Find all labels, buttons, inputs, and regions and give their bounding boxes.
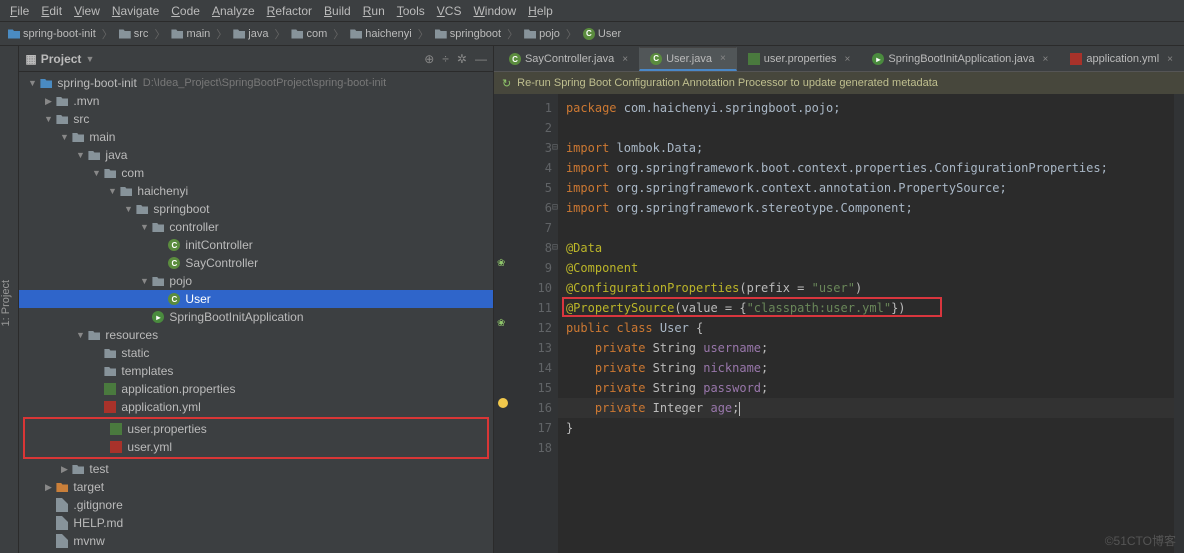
tree-item-templates[interactable]: templates: [19, 362, 493, 380]
collapse-icon[interactable]: ÷: [442, 52, 449, 66]
tree-item-controller[interactable]: ▼controller: [19, 218, 493, 236]
tree-item-user-properties[interactable]: user.properties: [25, 420, 487, 438]
breadcrumb-spring-boot-init[interactable]: spring-boot-init: [6, 27, 98, 41]
tree-item-springbootinitapplication[interactable]: ▸SpringBootInitApplication: [19, 308, 493, 326]
dropdown-icon: ▼: [85, 54, 94, 64]
tree-item-spring-boot-init[interactable]: ▼spring-boot-initD:\Idea_Project\SpringB…: [19, 74, 493, 92]
project-sidebar: ▦ Project ▼ ⊕ ÷ ✲ — ▼spring-boot-initD:\…: [19, 46, 494, 553]
editor-tab-springbootinitapplication-java[interactable]: ▸ SpringBootInitApplication.java×: [861, 47, 1059, 71]
code-line-13[interactable]: private String username;: [558, 338, 1174, 358]
close-tab-icon[interactable]: ×: [1043, 54, 1049, 65]
code-line-7[interactable]: [558, 218, 1174, 238]
menu-bar: FileEditViewNavigateCodeAnalyzeRefactorB…: [0, 0, 1184, 22]
menu-help[interactable]: Help: [522, 2, 559, 20]
code-line-16[interactable]: private Integer age;: [558, 398, 1174, 418]
tree-item-saycontroller[interactable]: CSayController: [19, 254, 493, 272]
code-line-14[interactable]: private String nickname;: [558, 358, 1174, 378]
project-icon: ▦: [25, 52, 36, 66]
breadcrumb-haichenyi[interactable]: haichenyi: [348, 27, 413, 41]
code-line-18[interactable]: [558, 438, 1174, 458]
breadcrumb-java[interactable]: java: [231, 27, 270, 41]
menu-view[interactable]: View: [68, 2, 106, 20]
tree-item-user-yml[interactable]: user.yml: [25, 438, 487, 456]
code-line-3[interactable]: ⊟import lombok.Data;: [558, 138, 1174, 158]
tree-item-target[interactable]: ▶target: [19, 478, 493, 496]
close-tab-icon[interactable]: ×: [845, 54, 851, 65]
breadcrumb-src[interactable]: src: [117, 27, 151, 41]
editor-tab-user-properties[interactable]: user.properties×: [737, 47, 862, 71]
code-line-12[interactable]: public class User {: [558, 318, 1174, 338]
tree-item-static[interactable]: static: [19, 344, 493, 362]
menu-refactor[interactable]: Refactor: [261, 2, 318, 20]
tree-item-application-yml[interactable]: application.yml: [19, 398, 493, 416]
breadcrumb: spring-boot-init〉src〉main〉java〉com〉haich…: [0, 22, 1184, 46]
code-line-6[interactable]: ⊟import org.springframework.stereotype.C…: [558, 198, 1174, 218]
code-line-1[interactable]: package com.haichenyi.springboot.pojo;: [558, 98, 1174, 118]
tree-item-pojo[interactable]: ▼pojo: [19, 272, 493, 290]
tree-item-com[interactable]: ▼com: [19, 164, 493, 182]
close-tab-icon[interactable]: ×: [1167, 54, 1173, 65]
select-opened-icon[interactable]: ⊕: [424, 52, 434, 66]
editor-pane: C SayController.java×C User.java× user.p…: [494, 46, 1184, 553]
hide-icon[interactable]: —: [475, 52, 487, 66]
editor-tab-user-java[interactable]: C User.java×: [639, 47, 737, 71]
tree-item-help-md[interactable]: HELP.md: [19, 514, 493, 532]
menu-navigate[interactable]: Navigate: [106, 2, 165, 20]
close-tab-icon[interactable]: ×: [622, 54, 628, 65]
menu-edit[interactable]: Edit: [35, 2, 68, 20]
line-gutter: 123456789101112131415161718: [514, 94, 558, 553]
code-line-5[interactable]: import org.springframework.context.annot…: [558, 178, 1174, 198]
tree-item--mvn[interactable]: ▶.mvn: [19, 92, 493, 110]
menu-run[interactable]: Run: [357, 2, 391, 20]
menu-code[interactable]: Code: [165, 2, 206, 20]
code-line-11[interactable]: @PropertySource(value = {"classpath:user…: [558, 298, 1174, 318]
tree-item--gitignore[interactable]: .gitignore: [19, 496, 493, 514]
tree-item-src[interactable]: ▼src: [19, 110, 493, 128]
marker-strip: [1174, 94, 1184, 553]
tree-item-application-properties[interactable]: application.properties: [19, 380, 493, 398]
menu-file[interactable]: File: [4, 2, 35, 20]
code-line-4[interactable]: import org.springframework.boot.context.…: [558, 158, 1174, 178]
tree-item-java[interactable]: ▼java: [19, 146, 493, 164]
project-tree: ▼spring-boot-initD:\Idea_Project\SpringB…: [19, 72, 493, 553]
code-line-2[interactable]: [558, 118, 1174, 138]
editor-tabs: C SayController.java×C User.java× user.p…: [494, 46, 1184, 72]
watermark: ©51CTO博客: [1105, 532, 1176, 549]
tree-item-main[interactable]: ▼main: [19, 128, 493, 146]
code-line-8[interactable]: ⊟@Data: [558, 238, 1174, 258]
tree-item-haichenyi[interactable]: ▼haichenyi: [19, 182, 493, 200]
close-tab-icon[interactable]: ×: [720, 53, 726, 64]
tree-item-test[interactable]: ▶test: [19, 460, 493, 478]
sidebar-title[interactable]: ▦ Project ▼: [25, 52, 94, 66]
settings-icon[interactable]: ✲: [457, 52, 467, 66]
highlighted-files: user.propertiesuser.yml: [23, 417, 489, 459]
reload-icon: ↻: [502, 77, 511, 90]
code-line-15[interactable]: private String password;: [558, 378, 1174, 398]
tree-item-springboot[interactable]: ▼springboot: [19, 200, 493, 218]
editor-tab-saycontroller-java[interactable]: C SayController.java×: [498, 47, 639, 71]
breadcrumb-pojo[interactable]: pojo: [522, 27, 562, 41]
code-editor[interactable]: package com.haichenyi.springboot.pojo; ⊟i…: [558, 94, 1174, 553]
breadcrumb-user[interactable]: CUser: [581, 27, 623, 41]
tree-item-user[interactable]: CUser: [19, 290, 493, 308]
editor-tab-application-yml[interactable]: application.yml×: [1059, 47, 1184, 71]
tree-item-initcontroller[interactable]: CinitController: [19, 236, 493, 254]
breadcrumb-springboot[interactable]: springboot: [433, 27, 503, 41]
code-line-9[interactable]: @Component: [558, 258, 1174, 278]
tree-item-resources[interactable]: ▼resources: [19, 326, 493, 344]
code-line-17[interactable]: }: [558, 418, 1174, 438]
menu-tools[interactable]: Tools: [391, 2, 431, 20]
breadcrumb-main[interactable]: main: [169, 27, 212, 41]
menu-build[interactable]: Build: [318, 2, 357, 20]
menu-vcs[interactable]: VCS: [431, 2, 468, 20]
menu-window[interactable]: Window: [467, 2, 522, 20]
menu-analyze[interactable]: Analyze: [206, 2, 261, 20]
project-tool-tab[interactable]: 1: Project: [0, 46, 19, 553]
tree-item-mvnw[interactable]: mvnw: [19, 532, 493, 550]
config-banner[interactable]: ↻ Re-run Spring Boot Configuration Annot…: [494, 72, 1184, 94]
code-line-10[interactable]: @ConfigurationProperties(prefix = "user"…: [558, 278, 1174, 298]
breadcrumb-com[interactable]: com: [289, 27, 329, 41]
